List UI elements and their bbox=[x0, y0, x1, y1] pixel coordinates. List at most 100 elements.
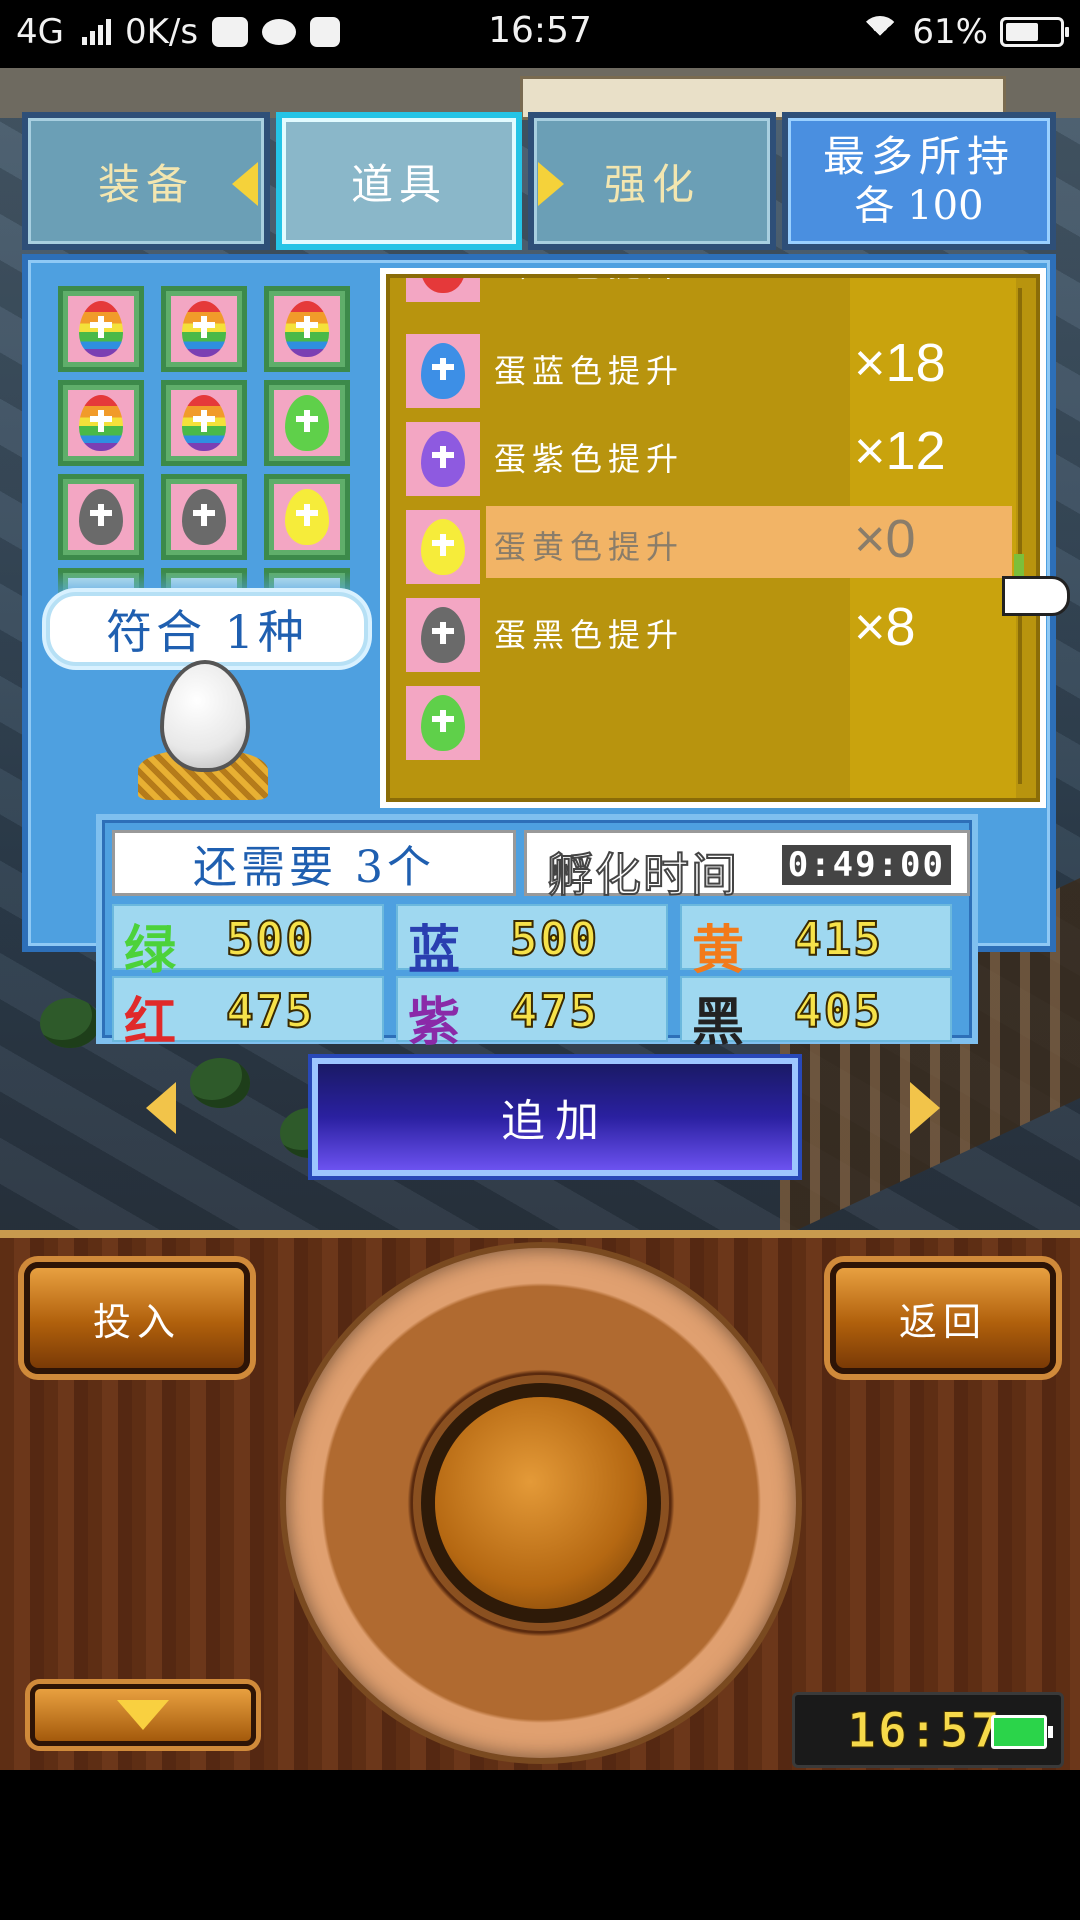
plus-icon bbox=[432, 533, 454, 556]
cost-cell: 蓝 500 bbox=[396, 904, 668, 981]
yellow-egg-icon bbox=[285, 489, 329, 545]
grid-cell-inner bbox=[274, 484, 340, 550]
down-button[interactable] bbox=[30, 1684, 256, 1746]
grid-cell[interactable] bbox=[58, 380, 144, 466]
cost-value: 475 bbox=[509, 983, 600, 1039]
tab-equip-label: 装备 bbox=[97, 159, 194, 209]
grid-cell-inner bbox=[68, 390, 134, 456]
wifi-icon bbox=[860, 16, 901, 56]
grid-cell-inner bbox=[171, 390, 237, 456]
black-egg-icon bbox=[79, 489, 123, 545]
rainbow-egg-icon bbox=[79, 301, 123, 357]
item-list[interactable]: 蛋红色提升 ×15 蛋蓝色提升 ×18 蛋紫色提升 ×12 蛋黄色提升 ×0 蛋黑色提升 ×8 bbox=[386, 274, 1040, 802]
max-hold-box: 最多所持 各 100 bbox=[782, 112, 1056, 250]
prev-arrow-icon[interactable] bbox=[146, 1082, 176, 1134]
hatch-timer: 0:49:00 bbox=[781, 845, 951, 885]
cost-cell: 红 475 bbox=[112, 976, 384, 1053]
item-icon bbox=[406, 598, 480, 672]
grid-cell[interactable] bbox=[161, 286, 247, 372]
item-name: 蛋红色提升 bbox=[494, 278, 684, 286]
grid-cell[interactable] bbox=[58, 474, 144, 560]
plus-icon bbox=[193, 409, 215, 432]
blue-egg-icon bbox=[421, 343, 465, 399]
item-quantity: ×18 bbox=[854, 333, 946, 393]
item-quantity: ×8 bbox=[854, 597, 916, 657]
grid-cell[interactable] bbox=[161, 474, 247, 560]
max-hold-label: 最多所持 bbox=[822, 131, 1015, 181]
dpad-center-button[interactable] bbox=[435, 1397, 647, 1609]
cost-value: 415 bbox=[793, 911, 884, 967]
tab-items[interactable]: 道具 bbox=[276, 112, 522, 250]
grid-cell[interactable] bbox=[264, 286, 350, 372]
grid-cell[interactable] bbox=[58, 286, 144, 372]
item-quantity: ×12 bbox=[854, 421, 946, 481]
tab-bar: 装备 道具 强化 最多所持 各 100 bbox=[22, 112, 1056, 254]
battery-percent: 61% bbox=[912, 12, 988, 52]
cost-cell: 黄 415 bbox=[680, 904, 952, 981]
hatch-time-box: 孵化时间 0:49:00 bbox=[524, 830, 970, 903]
plus-icon bbox=[193, 503, 215, 526]
item-row[interactable] bbox=[390, 668, 1036, 768]
need-count: 还需要 3个 bbox=[112, 830, 516, 896]
item-name: 蛋黄色提升 bbox=[494, 528, 685, 566]
tree-decoration bbox=[40, 998, 100, 1048]
item-row[interactable]: 蛋紫色提升 ×12 bbox=[390, 404, 1036, 504]
grid-cell-inner bbox=[171, 296, 237, 362]
grid-cell-inner bbox=[274, 296, 340, 362]
grid-cell-inner bbox=[68, 484, 134, 550]
grid-cell[interactable] bbox=[264, 380, 350, 466]
rainbow-egg-icon bbox=[182, 301, 226, 357]
item-name: 蛋蓝色提升 bbox=[494, 352, 685, 390]
black-egg-icon bbox=[182, 489, 226, 545]
grid-cell[interactable] bbox=[161, 380, 247, 466]
grid-cell-inner bbox=[274, 390, 340, 456]
plus-icon bbox=[90, 503, 112, 526]
tab-equip[interactable]: 装备 bbox=[22, 112, 270, 250]
egg-nest bbox=[138, 660, 268, 810]
status-bar: 4G 0K/s 16:57 61% bbox=[0, 0, 1080, 68]
tab-enhance-label: 强化 bbox=[603, 159, 700, 209]
cost-color-label: 红 bbox=[124, 992, 177, 1053]
cost-color-label: 绿 bbox=[124, 920, 177, 981]
next-arrow-icon[interactable] bbox=[910, 1082, 940, 1134]
item-row[interactable]: 蛋红色提升 ×15 bbox=[390, 278, 1036, 310]
battery-icon bbox=[1000, 17, 1069, 47]
plus-icon bbox=[296, 503, 318, 526]
green-egg-icon bbox=[285, 395, 329, 451]
item-icon bbox=[406, 422, 480, 496]
grid-cell-inner bbox=[68, 296, 134, 362]
item-row[interactable]: 蛋黑色提升 ×8 bbox=[390, 580, 1036, 680]
item-quantity: ×15 bbox=[854, 278, 946, 288]
cost-cell: 绿 500 bbox=[112, 904, 384, 981]
cost-value: 405 bbox=[793, 983, 884, 1039]
plus-icon bbox=[432, 709, 454, 732]
item-row[interactable]: 蛋蓝色提升 ×18 bbox=[390, 316, 1036, 416]
plus-icon bbox=[90, 409, 112, 432]
item-icon bbox=[406, 278, 480, 302]
add-button[interactable]: 追加 bbox=[312, 1058, 798, 1176]
green-egg-icon bbox=[421, 695, 465, 751]
yellow-egg-icon bbox=[421, 519, 465, 575]
dpad[interactable] bbox=[286, 1248, 796, 1758]
tab-enhance[interactable]: 强化 bbox=[528, 112, 776, 250]
cost-value: 500 bbox=[509, 911, 600, 967]
red-egg-icon bbox=[421, 278, 465, 293]
cost-cell: 紫 475 bbox=[396, 976, 668, 1053]
item-quantity: ×0 bbox=[854, 509, 916, 569]
back-button[interactable]: 返回 bbox=[830, 1262, 1056, 1374]
rainbow-egg-icon bbox=[285, 301, 329, 357]
cost-color-label: 蓝 bbox=[408, 920, 461, 981]
plus-icon bbox=[296, 315, 318, 338]
plus-icon bbox=[432, 621, 454, 644]
item-list-frame: 蛋红色提升 ×15 蛋蓝色提升 ×18 蛋紫色提升 ×12 蛋黄色提升 ×0 蛋黑色提升 ×8 bbox=[380, 268, 1046, 808]
tab-right-arrow-icon bbox=[538, 162, 564, 206]
white-egg-icon bbox=[160, 660, 250, 772]
cost-value: 500 bbox=[225, 911, 316, 967]
item-row[interactable]: 蛋黄色提升 ×0 bbox=[390, 492, 1036, 592]
plus-icon bbox=[296, 409, 318, 432]
grid-cell-inner bbox=[171, 484, 237, 550]
item-icon bbox=[406, 686, 480, 760]
grid-cell[interactable] bbox=[264, 474, 350, 560]
put-in-button[interactable]: 投入 bbox=[24, 1262, 250, 1374]
plus-icon bbox=[90, 315, 112, 338]
